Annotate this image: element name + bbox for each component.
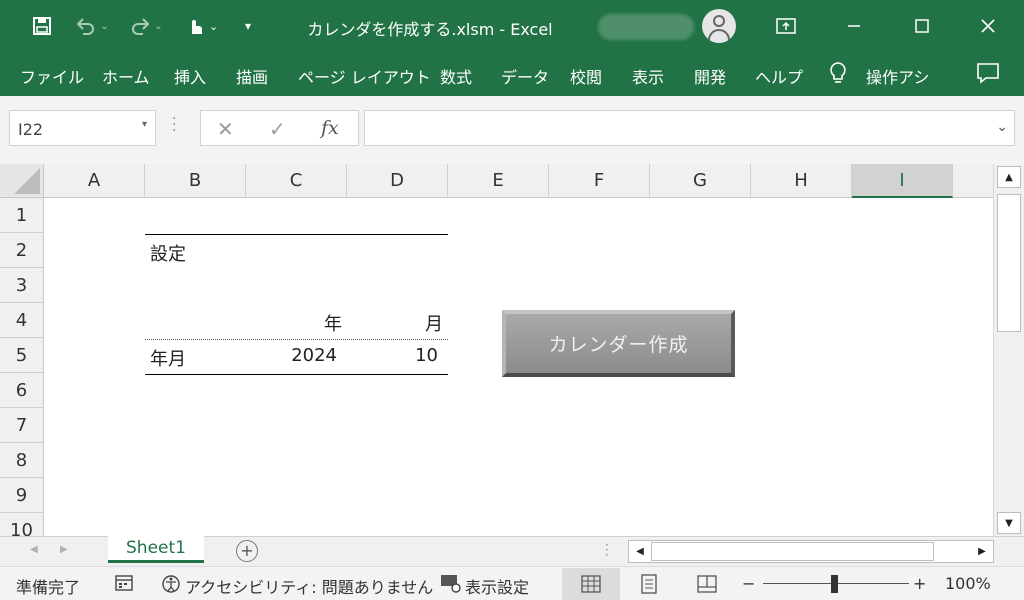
accessibility-icon[interactable] [160,573,182,599]
ribbon-display-icon[interactable] [772,12,800,40]
cell-c4[interactable]: 年 [246,310,342,336]
cancel-icon[interactable]: ✕ [217,117,234,141]
chevron-down-icon[interactable]: ▾ [142,119,147,130]
tab-data[interactable]: データ [501,64,549,88]
accessibility-status[interactable]: アクセシビリティ: 問題ありません [185,574,433,598]
name-box[interactable]: I22 ▾ [9,110,156,146]
next-sheet-icon[interactable]: ▶ [60,544,68,555]
status-bar: 準備完了 アクセシビリティ: 問題ありません 表示設定 − + 100% [0,566,1024,600]
column-header-f[interactable]: F [549,164,650,198]
tab-file[interactable]: ファイル [20,64,84,88]
row-header-10[interactable]: 10 [0,513,44,536]
column-header-h[interactable]: H [751,164,852,198]
tab-home[interactable]: ホーム [102,64,150,88]
tab-developer[interactable]: 開発 [694,64,726,88]
row-header-4[interactable]: 4 [0,303,44,338]
vertical-scroll-thumb[interactable] [997,194,1021,332]
tab-help[interactable]: ヘルプ [755,64,803,88]
column-header-c[interactable]: C [246,164,347,198]
sheet-tab-bar: ◀ ▶ Sheet1 + · · · ◀ ▶ [0,536,1024,566]
prev-sheet-icon[interactable]: ◀ [30,544,38,555]
tab-draw[interactable]: 描画 [236,64,268,88]
tab-review[interactable]: 校閲 [570,64,602,88]
select-all-button[interactable] [0,164,44,198]
cell-b2[interactable]: 設定 [150,240,186,266]
scroll-left-icon[interactable]: ◀ [629,541,651,562]
column-header-g[interactable]: G [650,164,751,198]
formula-input[interactable]: ⌄ [364,110,1015,146]
row-header-2[interactable]: 2 [0,233,44,268]
zoom-out-button[interactable]: − [742,574,755,593]
row-header-3[interactable]: 3 [0,268,44,303]
name-box-value: I22 [18,120,44,139]
horizontal-scroll-thumb[interactable] [651,542,934,561]
enter-icon[interactable]: ✓ [269,117,286,141]
row-header-5[interactable]: 5 [0,338,44,373]
minimize-icon[interactable] [840,12,868,40]
cell-b5[interactable]: 年月 [150,345,186,371]
settings-bottom-border [145,374,448,375]
scroll-right-icon[interactable]: ▶ [971,541,993,562]
formula-buttons: ✕ ✓ fx [200,110,359,146]
avatar[interactable] [702,9,736,43]
tab-splitter-handle-icon[interactable]: · · · [605,539,609,561]
settings-top-border [145,234,448,235]
horizontal-scrollbar[interactable]: ◀ ▶ [628,540,994,563]
close-icon[interactable] [974,12,1002,40]
zoom-in-button[interactable]: + [913,574,926,593]
row-header-1[interactable]: 1 [0,198,44,233]
row-header-6[interactable]: 6 [0,373,44,408]
column-header-i[interactable]: I [852,164,953,198]
tab-insert[interactable]: 挿入 [174,64,206,88]
worksheet-grid[interactable]: A B C D E F G H I 1 2 3 4 5 6 7 8 9 10 設… [0,164,993,536]
macro-record-icon[interactable] [114,573,134,597]
row-header-7[interactable]: 7 [0,408,44,443]
cell-d4[interactable]: 月 [347,310,443,336]
page-break-view-icon[interactable] [678,568,736,600]
ribbon-tabs: ファイル ホーム 挿入 描画 ページ レイアウト 数式 データ 校閲 表示 開発… [0,52,1024,96]
column-header-d[interactable]: D [347,164,448,198]
create-calendar-button[interactable]: カレンダー作成 [502,310,735,377]
scroll-up-icon[interactable]: ▲ [997,166,1021,188]
tab-view[interactable]: 表示 [632,64,664,88]
cell-d5[interactable]: 10 [347,345,438,366]
tab-formulas[interactable]: 数式 [440,64,472,88]
column-header-overflow [953,164,993,198]
formula-bar-area: I22 ▾ · · · ✕ ✓ fx ⌄ [0,96,1024,164]
row-header-8[interactable]: 8 [0,443,44,478]
lightbulb-icon[interactable] [828,61,848,89]
tell-me-search[interactable]: 操作アシ [866,64,940,88]
insert-function-button[interactable]: fx [321,117,339,139]
add-sheet-button[interactable]: + [236,540,258,562]
vertical-scrollbar[interactable]: ▲ ▼ [993,164,1024,536]
cell-c5[interactable]: 2024 [246,345,337,366]
header-row-divider [145,339,448,340]
comment-icon[interactable] [976,62,1000,88]
normal-view-icon[interactable] [562,568,620,600]
tab-page-layout[interactable]: ページ レイアウト [298,64,431,88]
zoom-slider-thumb[interactable] [831,575,838,593]
scroll-down-icon[interactable]: ▼ [997,512,1021,534]
maximize-icon[interactable] [908,12,936,40]
column-header-b[interactable]: B [145,164,246,198]
account-name[interactable] [598,14,694,40]
column-header-a[interactable]: A [44,164,145,198]
row-header-9[interactable]: 9 [0,478,44,513]
title-bar: ⌄ ⌄ ⌄ ▾ カレンダを作成する.xlsm - Excel [0,0,1024,52]
column-header-e[interactable]: E [448,164,549,198]
display-settings-label[interactable]: 表示設定 [465,574,529,598]
page-layout-view-icon[interactable] [620,568,678,600]
sheet-tab-sheet1[interactable]: Sheet1 [108,536,204,563]
display-settings-icon[interactable] [440,573,462,597]
splitter-handle-icon[interactable]: · · · [172,112,176,138]
ready-status: 準備完了 [16,578,81,597]
zoom-level[interactable]: 100% [945,574,991,593]
expand-formula-icon[interactable]: ⌄ [996,119,1008,135]
